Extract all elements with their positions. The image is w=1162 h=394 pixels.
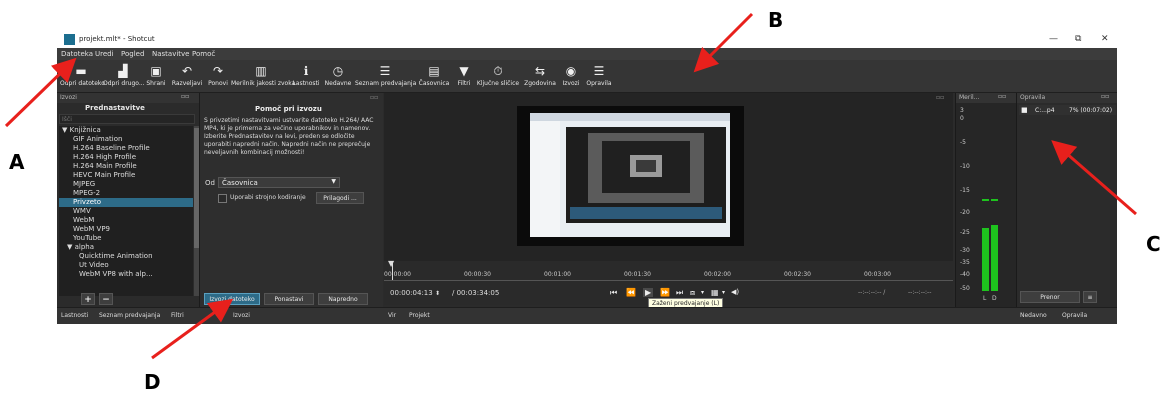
- annotation-label-c: C: [1146, 232, 1161, 256]
- annotation-label-d: D: [144, 370, 161, 394]
- arrow-c: [1051, 140, 1137, 216]
- arrow-a: [4, 57, 77, 128]
- annotation-label-a: A: [9, 150, 25, 174]
- arrow-b: [693, 12, 754, 73]
- annotation-label-b: B: [768, 8, 784, 32]
- annotation-arrows: [4, 12, 1137, 360]
- arrow-d: [151, 298, 234, 360]
